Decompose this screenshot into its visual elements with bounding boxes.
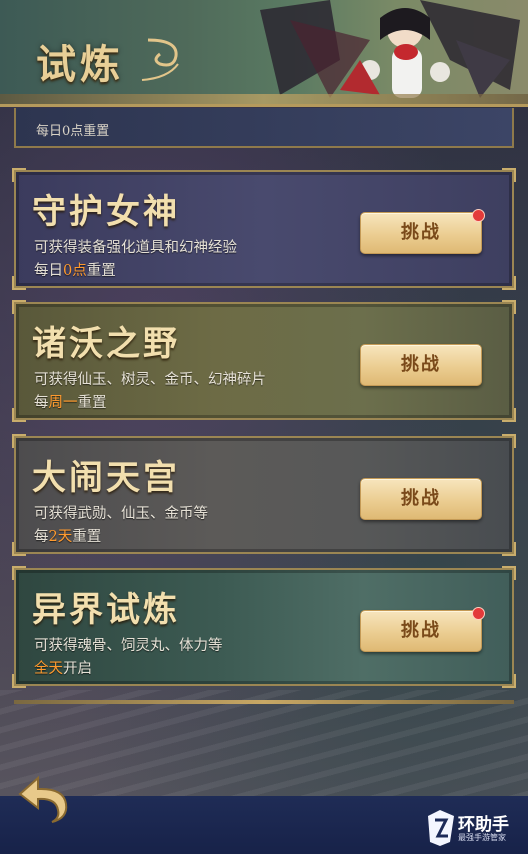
- notification-dot: [472, 607, 485, 620]
- reset-highlight: 全天: [34, 661, 63, 677]
- card-description: 可获得装备强化道具和幻神经验: [34, 240, 237, 256]
- back-arrow-icon[interactable]: [14, 772, 70, 824]
- corner-ornament: [502, 566, 516, 580]
- corner-ornament: [502, 674, 516, 688]
- page-title: 试炼: [36, 41, 124, 88]
- corner-ornament: [12, 276, 26, 290]
- watermark-badge-icon: [428, 810, 454, 846]
- corner-ornament: [502, 408, 516, 422]
- list-end-divider: [14, 700, 514, 704]
- trial-card-zhuwo-field: 诸沃之野 可获得仙玉、树灵、金币、幻神碎片 每周一重置 挑战: [12, 300, 516, 422]
- card-description: 可获得魂骨、饲灵丸、体力等: [34, 638, 223, 654]
- card-reset-info: 每2天重置: [34, 525, 101, 546]
- card-title: 异界试炼: [32, 590, 180, 630]
- corner-ornament: [502, 276, 516, 290]
- challenge-button[interactable]: 挑战: [360, 478, 482, 520]
- hero-character-art: [260, 0, 520, 98]
- challenge-button[interactable]: 挑战: [360, 209, 485, 254]
- notification-dot: [472, 209, 485, 222]
- corner-ornament: [502, 300, 516, 314]
- corner-ornament: [502, 168, 516, 182]
- swirl-ornament-icon: [141, 38, 179, 81]
- corner-ornament: [12, 168, 26, 182]
- card-title: 守护女神: [32, 192, 180, 232]
- corner-ornament: [12, 674, 26, 688]
- watermark-subtext: 最强手游管家: [458, 833, 506, 842]
- corner-ornament: [12, 300, 26, 314]
- reset-prefix: 每: [34, 529, 49, 545]
- card-title: 诸沃之野: [32, 324, 180, 364]
- partial-card-reset: 每日0点重置: [36, 124, 110, 139]
- reset-highlight: 0点: [63, 263, 87, 279]
- corner-ornament: [502, 434, 516, 448]
- reset-suffix: 重置: [86, 263, 116, 279]
- corner-ornament: [502, 542, 516, 556]
- card-reset-info: 全天开启: [34, 657, 92, 678]
- watermark-logo: 环助手 最强手游管家: [424, 806, 520, 850]
- challenge-button[interactable]: 挑战: [360, 607, 485, 652]
- corner-ornament: [12, 434, 26, 448]
- challenge-button-label: 挑战: [401, 354, 441, 375]
- card-reset-info: 每日0点重置: [34, 259, 116, 280]
- challenge-button[interactable]: 挑战: [360, 344, 482, 386]
- corner-ornament: [12, 542, 26, 556]
- reset-highlight: 2天: [48, 529, 73, 545]
- reset-suffix: 重置: [72, 529, 102, 545]
- trial-card-guardian-goddess: 守护女神 可获得装备强化道具和幻神经验 每日0点重置 挑战: [12, 168, 516, 290]
- challenge-button-label: 挑战: [401, 620, 441, 641]
- background-streaks: [0, 690, 528, 800]
- trial-card-otherworld-trial: 异界试炼 可获得魂骨、饲灵丸、体力等 全天开启 挑战: [12, 566, 516, 688]
- reset-suffix: 重置: [77, 395, 107, 411]
- reset-prefix: 每: [34, 395, 49, 411]
- partial-card: 每日0点重置: [14, 108, 514, 148]
- reset-highlight: 周一: [48, 395, 78, 411]
- header-banner: 试炼: [0, 0, 528, 107]
- card-description: 可获得仙玉、树灵、金币、幻神碎片: [34, 372, 266, 388]
- card-description: 可获得武勋、仙玉、金币等: [34, 506, 208, 522]
- reset-prefix: 每日: [34, 263, 63, 279]
- challenge-button-label: 挑战: [401, 222, 441, 243]
- card-title: 大闹天宫: [32, 458, 180, 498]
- trial-card-havoc-heaven: 大闹天宫 可获得武勋、仙玉、金币等 每2天重置 挑战: [12, 434, 516, 556]
- card-reset-info: 每周一重置: [34, 391, 107, 412]
- reset-suffix: 开启: [63, 661, 92, 677]
- corner-ornament: [12, 408, 26, 422]
- corner-ornament: [12, 566, 26, 580]
- challenge-button-label: 挑战: [401, 488, 441, 509]
